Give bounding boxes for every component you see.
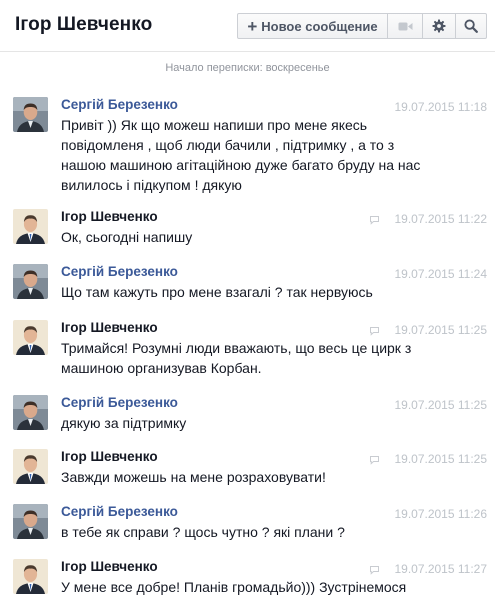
message-text: Завжди можешь на мене розраховувати! — [61, 469, 326, 485]
reply-icon[interactable] — [369, 565, 380, 575]
message-timestamp: 19.07.2015 11:22 — [394, 212, 487, 226]
new-message-label: Новое сообщение — [261, 18, 378, 34]
avatar[interactable] — [13, 209, 48, 244]
avatar[interactable] — [13, 395, 48, 430]
avatar[interactable] — [13, 504, 48, 539]
message-text: Тримайся! Розумні люди вважають, що весь… — [61, 340, 412, 376]
gear-icon — [432, 19, 446, 33]
message-sender[interactable]: Сергій Березенко — [61, 504, 178, 519]
avatar[interactable] — [13, 264, 48, 299]
reply-icon[interactable] — [369, 215, 380, 225]
search-icon — [464, 19, 478, 33]
conversation-start-note: Начало переписки: воскресенье — [165, 62, 330, 74]
avatar[interactable] — [13, 559, 48, 594]
conversation-header: Ігор Шевченко + Новое сообщение — [0, 0, 495, 52]
plus-icon: + — [247, 16, 258, 36]
new-message-button[interactable]: + Новое сообщение — [237, 13, 388, 39]
message-timestamp: 19.07.2015 11:25 — [394, 452, 487, 466]
message-text: Привіт )) Як що можеш напиши про мене як… — [61, 117, 421, 193]
settings-button[interactable] — [423, 13, 456, 39]
message-text: Що там кажуть про мене взагалі ? так нер… — [61, 284, 373, 300]
reply-icon[interactable] — [369, 455, 380, 465]
video-call-button[interactable] — [388, 13, 423, 39]
message-timestamp: 19.07.2015 11:25 — [394, 323, 487, 337]
video-camera-icon — [398, 22, 412, 30]
message-text: Ок, сьогодні напишу — [61, 229, 193, 245]
header-toolbar: + Новое сообщение — [237, 13, 487, 39]
search-button[interactable] — [456, 13, 487, 39]
message-timestamp: 19.07.2015 11:27 — [394, 562, 487, 576]
avatar[interactable] — [13, 320, 48, 355]
message-timestamp: 19.07.2015 11:26 — [394, 507, 487, 521]
message-timestamp: 19.07.2015 11:18 — [394, 100, 487, 114]
avatar[interactable] — [13, 449, 48, 484]
message-sender[interactable]: Ігор Шевченко — [61, 209, 158, 224]
message-sender[interactable]: Ігор Шевченко — [61, 320, 158, 335]
message-sender[interactable]: Сергій Березенко — [61, 264, 178, 279]
avatar[interactable] — [13, 97, 48, 132]
message-timestamp: 19.07.2015 11:24 — [394, 267, 487, 281]
message-sender[interactable]: Ігор Шевченко — [61, 449, 158, 464]
message-sender[interactable]: Сергій Березенко — [61, 395, 178, 410]
message-text: дякую за підтримку — [61, 415, 187, 431]
message-timestamp: 19.07.2015 11:25 — [394, 398, 487, 412]
message-text: У мене все добре! Планів громадьйо))) Зу… — [61, 579, 407, 595]
message-sender[interactable]: Ігор Шевченко — [61, 559, 158, 574]
message-text: в тебе як справи ? щось чутно ? які план… — [61, 524, 345, 540]
conversation-title: Ігор Шевченко — [15, 14, 153, 35]
reply-icon[interactable] — [369, 326, 380, 336]
message-sender[interactable]: Сергій Березенко — [61, 97, 178, 112]
